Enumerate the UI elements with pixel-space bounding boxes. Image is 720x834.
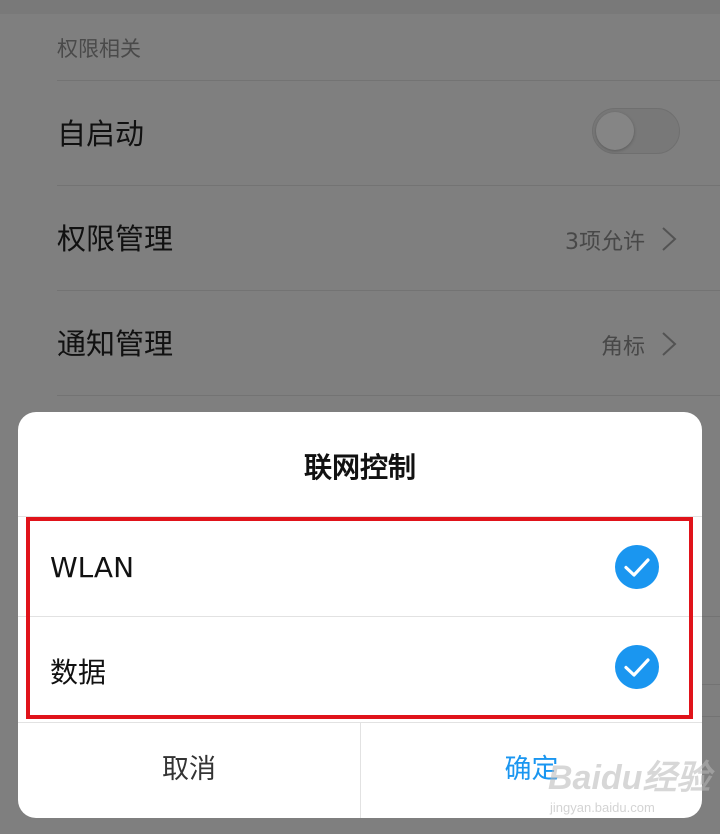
watermark-logo: Baidu经验 [548, 759, 711, 797]
cancel-button[interactable]: 取消 [18, 722, 360, 818]
watermark-url: jingyan.baidu.com [550, 800, 655, 815]
baidu-watermark: Baidu经验 jingyan.baidu.com [548, 750, 713, 820]
dialog-title: 联网控制 [303, 451, 416, 484]
highlight-box [26, 517, 693, 719]
